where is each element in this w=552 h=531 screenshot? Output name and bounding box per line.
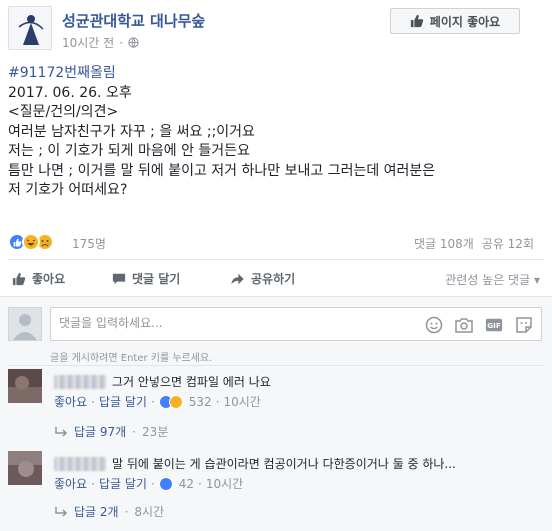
comment-body: 그거 안넣으면 컴파일 에러 나요 bbox=[54, 373, 271, 390]
post-card: 성균관대학교 대나무숲 10시간 전 · 페이지 좋아요 #91172번째올림 … bbox=[0, 0, 552, 290]
post-line: <질문/건의/의견> bbox=[8, 104, 119, 120]
share-icon bbox=[231, 273, 244, 284]
share-button[interactable]: 공유하기 bbox=[230, 270, 295, 287]
comment-sort-dropdown[interactable]: 관련성 높은 댓글 ▾ bbox=[445, 271, 540, 288]
divider bbox=[8, 365, 544, 366]
post-header: 성균관대학교 대나무숲 10시간 전 · 페이지 좋아요 bbox=[0, 0, 552, 60]
post-meta: 10시간 전 · bbox=[62, 34, 139, 51]
comment-input[interactable] bbox=[59, 316, 399, 330]
page-avatar[interactable] bbox=[8, 6, 52, 50]
post-line: 2017. 06. 26. 오후 bbox=[8, 84, 132, 101]
post-actions: 좋아요 댓글 달기 공유하기 관련성 높은 댓글 ▾ bbox=[8, 264, 544, 296]
comment-actions: 좋아요 · 답글 달기 · 532 · 10시간 bbox=[54, 393, 261, 410]
comment-like-link[interactable]: 좋아요 bbox=[54, 393, 87, 410]
comment-label: 댓글 달기 bbox=[132, 272, 181, 286]
gif-icon[interactable]: GIF bbox=[485, 316, 503, 334]
avatar bbox=[8, 307, 42, 341]
comment-input-box[interactable]: GIF bbox=[50, 307, 542, 341]
comments-section: GIF 글을 게시하려면 Enter 키를 누르세요. 그거 안넣으면 컴파일 … bbox=[0, 296, 552, 531]
share-count[interactable]: 공유 12회 bbox=[482, 235, 534, 252]
camera-icon[interactable] bbox=[455, 316, 473, 334]
like-button[interactable]: 좋아요 bbox=[12, 270, 65, 287]
comment-reactions[interactable] bbox=[158, 476, 175, 491]
globe-icon bbox=[128, 37, 139, 48]
commenter-name[interactable] bbox=[54, 456, 106, 471]
share-label: 공유하기 bbox=[251, 272, 296, 286]
comment-reply-link[interactable]: 답글 달기 bbox=[99, 475, 147, 492]
sort-label: 관련성 높은 댓글 bbox=[445, 273, 531, 287]
comment-reply-link[interactable]: 답글 달기 bbox=[99, 393, 147, 410]
comment-count[interactable]: 댓글 108개 bbox=[414, 235, 474, 252]
post-time[interactable]: 10시간 전 bbox=[62, 34, 114, 51]
thumbs-up-icon bbox=[410, 14, 423, 28]
reply-arrow-icon bbox=[55, 506, 68, 517]
comment-time[interactable]: 10시간 bbox=[206, 475, 243, 492]
comment-item: 말 뒤에 붙이는 게 습관이라면 컴공이거나 다한증이거나 둘 중 하나... … bbox=[8, 451, 544, 521]
caret-down-icon: ▾ bbox=[533, 273, 540, 287]
thumbs-up-icon bbox=[12, 272, 26, 285]
composer-hint: 글을 게시하려면 Enter 키를 누르세요. bbox=[50, 353, 213, 364]
reaction-icons[interactable] bbox=[8, 233, 54, 251]
view-replies-link[interactable]: 답글 2개 · 8시간 bbox=[54, 503, 164, 520]
comment-body: 말 뒤에 붙이는 게 습관이라면 컴공이거나 다한증이거나 둘 중 하나... bbox=[54, 455, 456, 472]
comment-button[interactable]: 댓글 달기 bbox=[112, 270, 180, 287]
comment-icon bbox=[112, 273, 126, 284]
replies-time: 8시간 bbox=[134, 505, 165, 519]
comment-time[interactable]: 10시간 bbox=[224, 393, 261, 410]
like-page-button[interactable]: 페이지 좋아요 bbox=[390, 8, 520, 34]
comment-reaction-count: 532 bbox=[188, 394, 212, 409]
comment-text: 그거 안넣으면 컴파일 에러 나요 bbox=[112, 375, 271, 389]
haha-reaction-icon bbox=[168, 394, 183, 409]
like-label: 좋아요 bbox=[32, 272, 66, 286]
post-line: 틈만 나면 ; 이거를 말 뒤에 붙이고 저거 하나만 보내고 그러는데 여러분… bbox=[8, 162, 436, 179]
post-stats: 댓글 108개 공유 12회 bbox=[414, 235, 534, 252]
comment-text: 말 뒤에 붙이는 게 습관이라면 컴공이거나 다한증이거나 둘 중 하나... bbox=[112, 457, 456, 471]
comment-composer: GIF bbox=[8, 307, 544, 341]
composer-tools: GIF bbox=[425, 316, 533, 334]
post-line: 저는 ; 이 기호가 되게 마음에 안 들거든요 bbox=[8, 143, 250, 159]
comment-like-link[interactable]: 좋아요 bbox=[54, 475, 87, 492]
haha-reaction-icon bbox=[22, 233, 40, 251]
comment-reactions[interactable] bbox=[158, 394, 185, 409]
reaction-count[interactable]: 175명 bbox=[72, 235, 106, 252]
post-hashtag[interactable]: #91172번째올림 bbox=[8, 64, 435, 84]
post-body: #91172번째올림 2017. 06. 26. 오후 <질문/건의/의견> 여… bbox=[8, 64, 435, 201]
sticker-icon[interactable] bbox=[515, 316, 533, 334]
reply-arrow-icon bbox=[55, 426, 68, 437]
like-page-label: 페이지 좋아요 bbox=[429, 14, 501, 29]
view-replies-link[interactable]: 답글 97개 · 23분 bbox=[54, 423, 168, 440]
post-line: 저 기호가 어떠세요? bbox=[8, 182, 128, 198]
comment-actions: 좋아요 · 답글 달기 · 42 · 10시간 bbox=[54, 475, 244, 492]
avatar[interactable] bbox=[8, 369, 42, 403]
avatar[interactable] bbox=[8, 451, 42, 485]
replies-time: 23분 bbox=[142, 425, 169, 439]
commenter-name[interactable] bbox=[54, 374, 106, 389]
comment-reaction-count: 42 bbox=[178, 476, 195, 491]
reactions-bar: 175명 댓글 108개 공유 12회 bbox=[8, 232, 544, 252]
emoji-icon[interactable] bbox=[425, 316, 443, 334]
svg-text:GIF: GIF bbox=[487, 321, 501, 330]
like-reaction-icon bbox=[158, 476, 173, 491]
comment-item: 그거 안넣으면 컴파일 에러 나요 좋아요 · 답글 달기 · 532 · 10… bbox=[8, 369, 544, 439]
divider bbox=[8, 259, 544, 260]
replies-count: 답글 2개 bbox=[74, 505, 119, 519]
replies-count: 답글 97개 bbox=[74, 425, 127, 439]
page-name-link[interactable]: 성균관대학교 대나무숲 bbox=[62, 10, 205, 31]
post-line: 여러분 남자친구가 자꾸 ; 을 써요 ;;이거요 bbox=[8, 123, 255, 140]
